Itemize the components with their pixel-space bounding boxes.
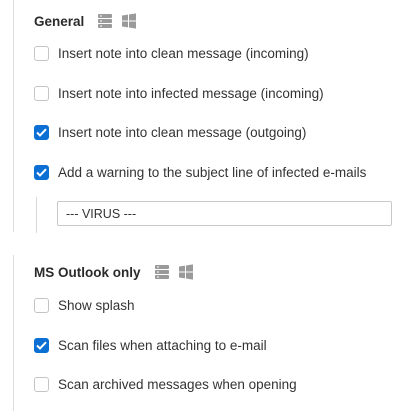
section-header-general: General bbox=[34, 10, 144, 32]
option-label: Insert note into clean message (incoming… bbox=[58, 45, 309, 61]
section-divider-line bbox=[13, 0, 14, 232]
option-add-warning-subject[interactable]: Add a warning to the subject line of inf… bbox=[34, 162, 366, 182]
checkbox[interactable] bbox=[34, 124, 49, 140]
option-scan-archived-messages[interactable]: Scan archived messages when opening bbox=[34, 374, 297, 394]
checkbox[interactable] bbox=[34, 297, 49, 313]
checkbox[interactable] bbox=[34, 85, 49, 101]
checkmark-icon bbox=[36, 341, 47, 350]
server-icon bbox=[153, 263, 171, 281]
section-title: General bbox=[34, 13, 85, 29]
option-label: Scan files when attaching to e-mail bbox=[58, 337, 267, 353]
checkbox[interactable] bbox=[34, 337, 49, 353]
option-label: Show splash bbox=[58, 297, 135, 313]
section-divider-line bbox=[13, 255, 14, 411]
option-label: Scan archived messages when opening bbox=[58, 376, 297, 392]
subject-warning-input[interactable] bbox=[57, 201, 392, 226]
section-title: MS Outlook only bbox=[34, 264, 141, 280]
option-insert-note-clean-incoming[interactable]: Insert note into clean message (incoming… bbox=[34, 43, 309, 63]
windows-icon bbox=[177, 263, 195, 281]
option-label: Insert note into infected message (incom… bbox=[58, 85, 324, 101]
checkmark-icon bbox=[36, 168, 47, 177]
option-show-splash[interactable]: Show splash bbox=[34, 295, 135, 315]
option-insert-note-clean-outgoing[interactable]: Insert note into clean message (outgoing… bbox=[34, 122, 306, 142]
checkbox[interactable] bbox=[34, 164, 49, 180]
indent-line bbox=[36, 197, 37, 233]
option-insert-note-infected-incoming[interactable]: Insert note into infected message (incom… bbox=[34, 83, 324, 103]
option-scan-files-attaching[interactable]: Scan files when attaching to e-mail bbox=[34, 335, 267, 355]
windows-icon bbox=[120, 12, 138, 30]
server-icon bbox=[96, 12, 114, 30]
checkbox[interactable] bbox=[34, 376, 49, 392]
checkbox[interactable] bbox=[34, 45, 49, 61]
section-header-ms-outlook: MS Outlook only bbox=[34, 261, 201, 283]
option-label: Add a warning to the subject line of inf… bbox=[58, 164, 367, 180]
subject-warning-group bbox=[36, 197, 392, 233]
option-label: Insert note into clean message (outgoing… bbox=[58, 124, 307, 140]
checkmark-icon bbox=[36, 128, 47, 137]
